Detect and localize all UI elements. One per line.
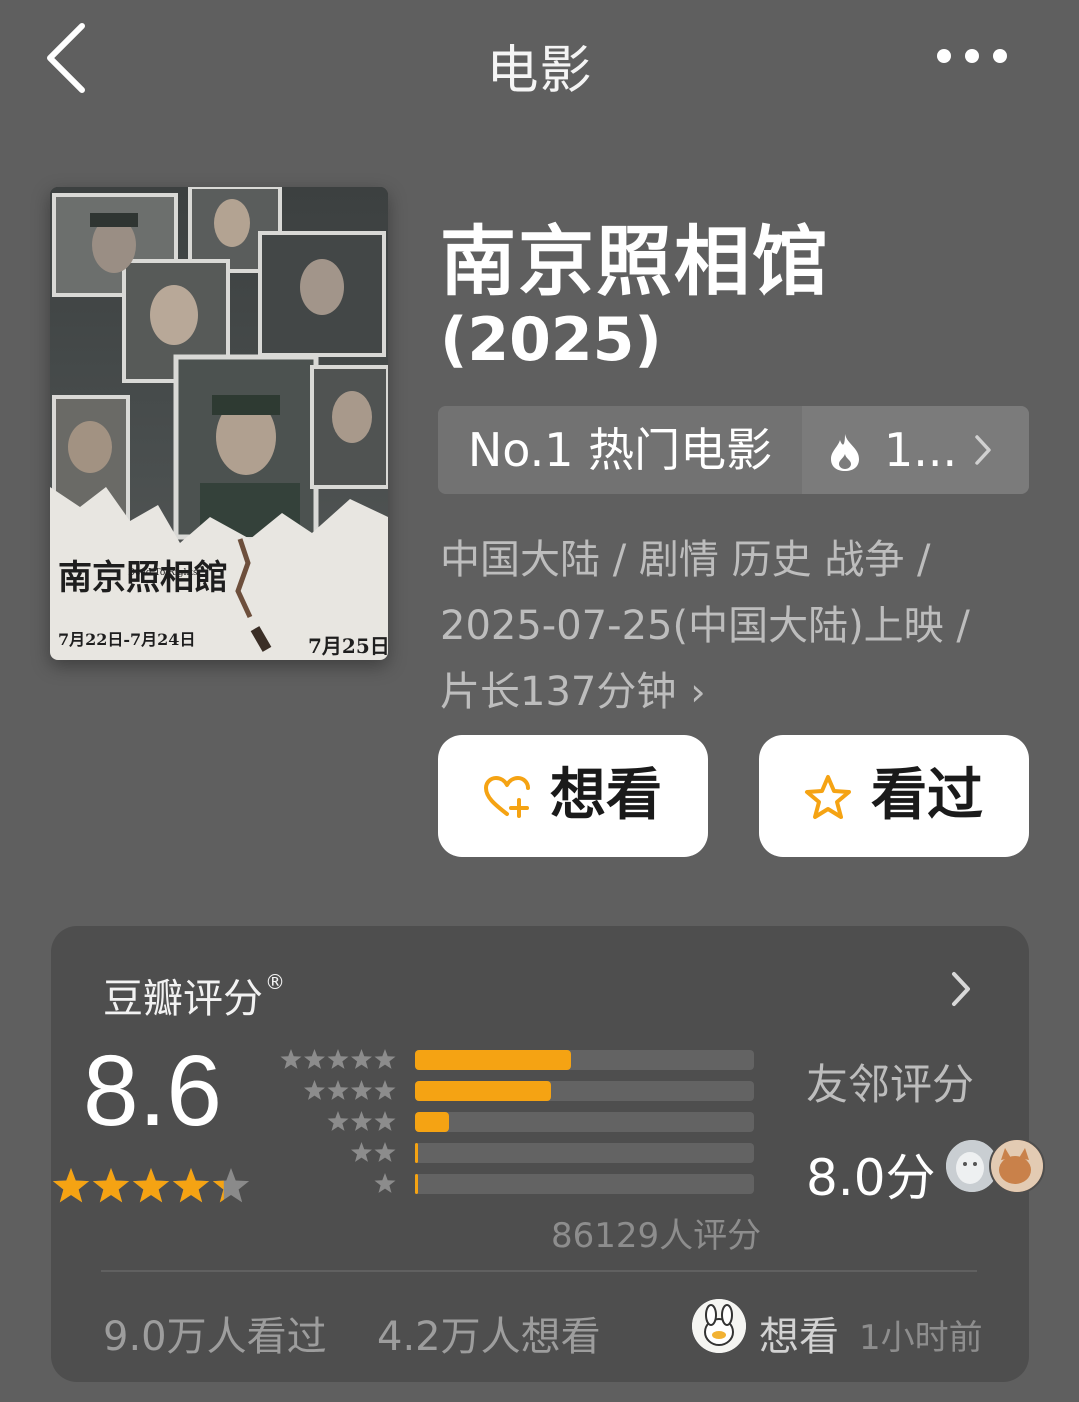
meta-duration-text: 片长137分钟 (440, 669, 677, 715)
rating-title: 豆瓣评分 ® (103, 966, 285, 1024)
star-level-icons (280, 1049, 396, 1069)
movie-year: (2025) (440, 305, 662, 375)
chevron-right-icon (975, 435, 991, 465)
registered-mark: ® (265, 970, 285, 994)
avatar[interactable] (692, 1299, 746, 1353)
star-icon (304, 1049, 325, 1069)
rating-bar-fill (415, 1174, 419, 1194)
star-icon (351, 1142, 372, 1162)
friends-rating-score: 8.0分 (806, 1149, 936, 1207)
more-dots-icon (937, 49, 1007, 63)
star-level-icons (304, 1080, 396, 1100)
movie-poster[interactable]: 南京照相館 Dead To Rights 7月22日-7月24日 7月25日 (50, 187, 388, 660)
chevron-right-icon[interactable] (949, 970, 973, 1008)
divider (101, 1270, 977, 1272)
want-to-watch-button[interactable]: 想看 (438, 735, 708, 857)
rating-bar-fill (415, 1143, 419, 1163)
rating-title-text: 豆瓣评分 (103, 976, 263, 1022)
rating-bar-fill (415, 1112, 449, 1132)
poster-english-title: Dead To Rights (128, 568, 198, 578)
watched-label: 看过 (871, 763, 983, 828)
star-icon (351, 1049, 372, 1069)
meta-release: 2025-07-25(中国大陆)上映 / (440, 603, 970, 649)
rating-count: 86129人评分 (551, 1216, 762, 1256)
star-icon (304, 1080, 325, 1100)
chevron-right-icon: › (690, 670, 706, 714)
star-icon (351, 1080, 372, 1100)
more-button[interactable] (926, 38, 1018, 74)
hot-index[interactable]: 1... (802, 406, 1029, 494)
star-icon (374, 1080, 396, 1100)
hot-index-value: 1... (884, 423, 958, 477)
avatar[interactable] (989, 1138, 1045, 1194)
rating-star (92, 1168, 130, 1203)
rank-chip[interactable]: No.1 热门电影 1... (438, 406, 1029, 494)
rating-card[interactable]: 豆瓣评分 ® 8.6 86129人评分 友邻评分 8.0分 9.0万人看过 4.2… (51, 926, 1045, 1382)
rating-bar-track (415, 1050, 754, 1070)
fire-icon (831, 434, 859, 471)
rank-label: No.1 热门电影 (438, 406, 802, 494)
rating-bar-track (415, 1143, 754, 1163)
star-icon (374, 1111, 396, 1131)
rating-bar-track (415, 1112, 754, 1132)
rating-score: 8.6 (83, 1035, 223, 1147)
watched-button[interactable]: 看过 (759, 735, 1029, 857)
rating-bar-track (415, 1081, 754, 1101)
rating-bar-fill (415, 1081, 551, 1101)
want-to-watch-label: 想看 (550, 763, 662, 828)
star-icon (374, 1049, 396, 1069)
star-icon (280, 1049, 302, 1069)
star-icon (374, 1142, 396, 1162)
rating-row-3-star (279, 1110, 989, 1134)
rating-bar-fill (415, 1050, 571, 1070)
watched-count: 9.0万人看过 (103, 1314, 327, 1360)
rating-star (132, 1168, 170, 1203)
star-level-icons (374, 1173, 396, 1193)
meta-duration[interactable]: 片长137分钟 › (440, 659, 706, 717)
star-icon (374, 1173, 396, 1193)
meta-genres: 中国大陆 / 剧情 历史 战争 / (440, 537, 931, 583)
star-icon (327, 1080, 349, 1100)
poster-title: 南京照相館 (58, 558, 228, 598)
rating-stars (52, 1168, 250, 1203)
movie-title: 南京照相馆 (440, 217, 830, 306)
poster-artwork: 南京照相館 Dead To Rights 7月22日-7月24日 7月25日 (50, 187, 388, 660)
feed-time: 1小时前 (859, 1318, 983, 1358)
star-icon (805, 775, 851, 819)
rating-star (52, 1168, 90, 1203)
star-icon (327, 1049, 349, 1069)
heart-plus-icon (484, 776, 530, 818)
star-icon (351, 1111, 372, 1131)
want-count: 4.2万人想看 (377, 1314, 601, 1360)
friends-rating-label: 友邻评分 (806, 1060, 975, 1109)
star-level-icons (351, 1142, 396, 1162)
poster-release-date: 7月25日 (308, 634, 388, 658)
star-level-icons (327, 1111, 396, 1131)
rating-star (172, 1168, 210, 1203)
poster-preview-dates: 7月22日-7月24日 (58, 630, 195, 649)
star-icon (327, 1111, 349, 1131)
feed-action: 想看 (759, 1314, 839, 1360)
page-title: 电影 (486, 41, 593, 101)
rating-bar-track (415, 1174, 754, 1194)
